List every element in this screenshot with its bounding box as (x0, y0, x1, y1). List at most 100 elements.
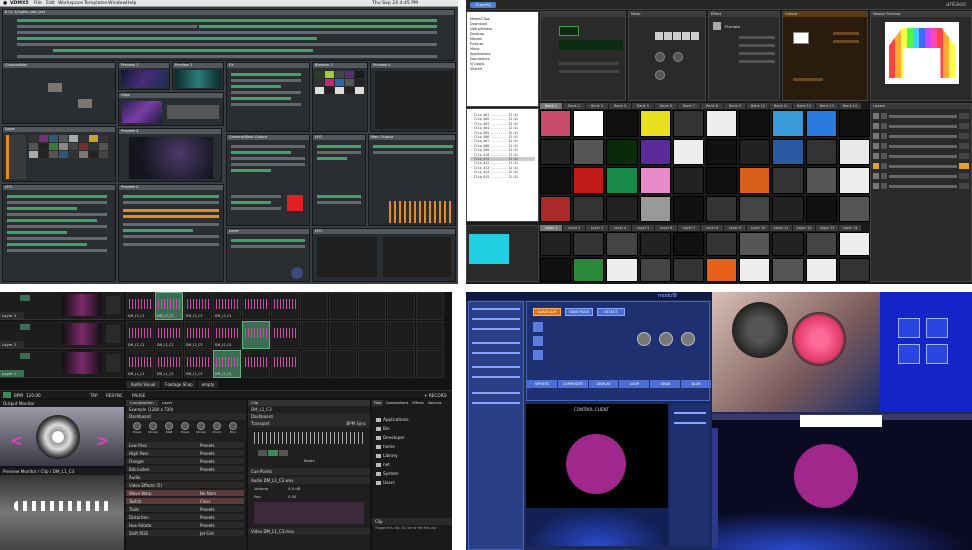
layer-tab[interactable]: Layer 1 (540, 225, 562, 231)
effect-row[interactable]: Audio (126, 474, 244, 481)
clip-cell[interactable]: DM_L2_C1 (126, 321, 154, 349)
clip-thumbnail[interactable] (805, 195, 837, 222)
file-item[interactable]: Bin (373, 425, 452, 433)
knob-dial-icon[interactable] (165, 422, 173, 430)
clip-cell[interactable] (300, 292, 328, 320)
bank-tab[interactable]: Bank 13 (816, 103, 838, 109)
power-button[interactable] (926, 344, 948, 364)
mixer-buttons[interactable] (655, 32, 699, 40)
lfo-slider[interactable] (317, 151, 361, 154)
files-tab[interactable]: Files (372, 400, 384, 406)
clip-cell[interactable] (329, 321, 357, 349)
clip-grid[interactable] (540, 110, 870, 222)
layer-row[interactable] (873, 172, 969, 180)
clip-cell[interactable] (387, 321, 415, 349)
knob[interactable] (655, 70, 665, 80)
clip-cell[interactable] (271, 292, 299, 320)
clip-thumbnail[interactable] (573, 138, 605, 165)
clip-thumbnail[interactable] (573, 232, 605, 256)
bank-tab[interactable]: Bank 6 (655, 103, 677, 109)
clip-cell[interactable] (329, 292, 357, 320)
clip-thumbnail[interactable] (573, 195, 605, 222)
clip-thumbnail[interactable] (540, 110, 572, 137)
layer-slider[interactable] (889, 114, 957, 118)
clip-thumbnail[interactable] (672, 195, 704, 222)
clip-cell[interactable] (329, 350, 357, 378)
layer-button[interactable] (959, 123, 969, 129)
layer-button[interactable] (959, 173, 969, 179)
clip-thumbnail[interactable] (838, 258, 870, 282)
layer-header[interactable]: Layer 3 (0, 292, 124, 320)
slider[interactable] (231, 201, 271, 204)
record-button[interactable]: + RECORD (424, 391, 447, 400)
control-button[interactable] (472, 376, 520, 378)
file-item[interactable]: Shared (470, 67, 535, 72)
clip-thumbnail[interactable] (672, 110, 704, 137)
layer-toggle-icon[interactable] (873, 133, 879, 139)
timeline-scrubber[interactable] (254, 432, 364, 444)
knob[interactable]: Zoom (210, 422, 224, 438)
play-icon[interactable] (3, 392, 11, 398)
files-tab[interactable]: Compositions (383, 400, 410, 406)
bank-tab[interactable]: Bank 3 (586, 103, 608, 109)
slider[interactable] (123, 243, 219, 246)
fx-slider[interactable] (231, 79, 301, 82)
slider[interactable] (7, 249, 107, 252)
clip-thumbnail[interactable] (772, 258, 804, 282)
pause-button[interactable]: PAUSE (132, 391, 146, 400)
layer-row[interactable] (873, 142, 969, 150)
clip-cell[interactable] (358, 321, 386, 349)
slider[interactable] (123, 209, 219, 212)
fx-slider[interactable] (231, 103, 301, 106)
file-item[interactable]: net (373, 461, 452, 469)
strip-button[interactable] (674, 422, 706, 424)
layer-toggle-icon[interactable] (873, 163, 879, 169)
layer-name[interactable]: Layer 2 (0, 341, 24, 348)
layer-tab[interactable]: Layer 11 (770, 225, 792, 231)
apple-icon[interactable]: ● (3, 0, 7, 7)
clip-thumbnail[interactable] (639, 167, 671, 194)
volume-value[interactable]: 0.0 dB (288, 486, 300, 491)
module-tab[interactable]: LOOP (619, 380, 650, 388)
bank-tabs[interactable]: Bank 1 Bank 2 Bank 3 Bank 4 Bank 5 Bank 6 Bank… (540, 103, 870, 109)
layer-slider[interactable] (889, 134, 957, 138)
output-square[interactable] (793, 32, 809, 44)
bpm-sync[interactable]: BPM Sync (346, 420, 366, 427)
clip-thumbnail[interactable] (706, 195, 738, 222)
knob[interactable] (673, 52, 683, 62)
control-button[interactable] (472, 366, 520, 368)
slider[interactable] (7, 225, 107, 228)
clip-thumbnail[interactable] (838, 167, 870, 194)
slider[interactable] (231, 145, 305, 148)
clip-thumbnail[interactable] (706, 258, 738, 282)
slider[interactable] (231, 245, 305, 248)
clip-thumbnails[interactable] (315, 71, 367, 94)
clip-thumbnail[interactable] (639, 258, 671, 282)
layer-toggle-icon[interactable] (873, 143, 879, 149)
fx-slider[interactable] (231, 97, 291, 100)
menu-window[interactable]: Window (108, 0, 126, 7)
effect-row[interactable]: Wave Warp No Nam (126, 490, 244, 497)
layer-slider[interactable] (889, 184, 957, 188)
layer-button[interactable] (959, 143, 969, 149)
clip-cell[interactable] (242, 350, 270, 378)
effect-row[interactable]: High Pass Presets (126, 450, 244, 457)
control-button[interactable] (472, 392, 520, 394)
clip-thumbnail[interactable] (739, 167, 771, 194)
slider[interactable] (7, 237, 107, 240)
effect-row[interactable]: Video Effects (5) (126, 482, 244, 489)
output-slider[interactable] (793, 78, 823, 81)
layer-header[interactable]: Layer 2 (0, 321, 124, 349)
knob[interactable]: RGB (162, 422, 176, 438)
node[interactable] (48, 83, 62, 92)
slider[interactable] (559, 70, 619, 73)
knob-dial-icon[interactable] (229, 422, 237, 430)
layer-tab[interactable]: Layer 8 (701, 225, 723, 231)
file-item[interactable]: home (373, 443, 452, 451)
clip-thumbnail[interactable] (739, 110, 771, 137)
bank-tab[interactable]: Bank 12 (793, 103, 815, 109)
file-item[interactable]: Applications (373, 416, 452, 424)
effect-slider[interactable] (739, 44, 775, 47)
menu-workspace[interactable]: Workspace (58, 0, 83, 7)
tab[interactable]: SAVE PAGE (565, 308, 593, 316)
